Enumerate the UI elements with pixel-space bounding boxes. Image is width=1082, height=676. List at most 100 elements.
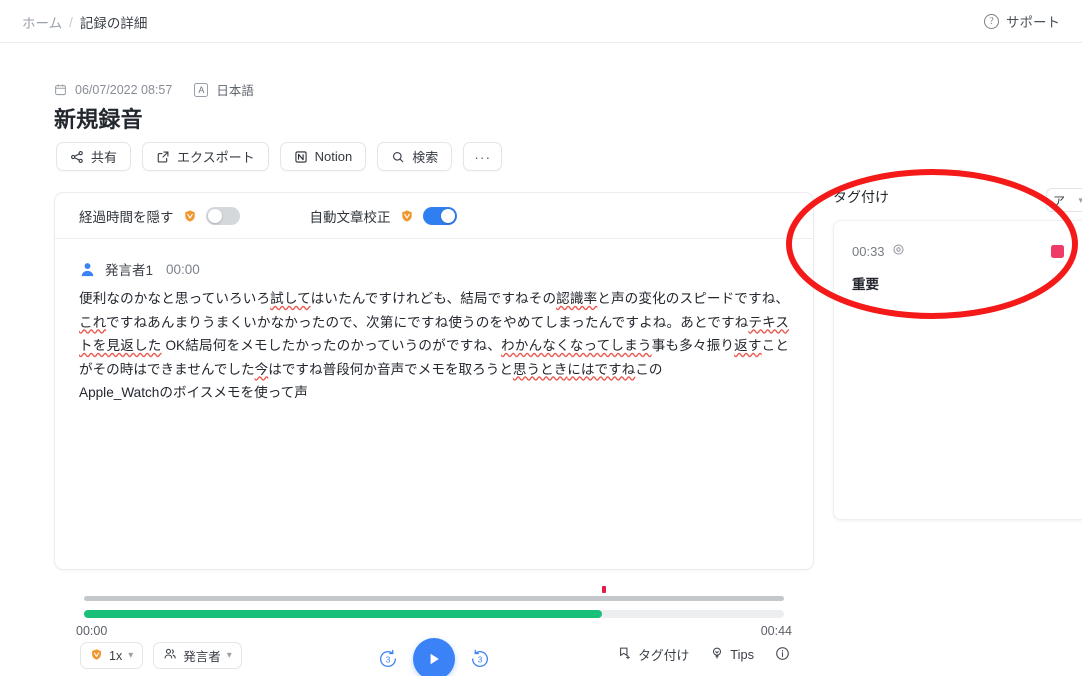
player-controls: 1x ▾ 発言者 ▾ 3 3 タグ付け Tips (54, 638, 814, 676)
share-label: 共有 (91, 150, 118, 165)
calendar-icon (54, 83, 67, 96)
transcript-options-row: 経過時間を隠す 自動文章校正 (55, 193, 813, 239)
progress-track[interactable] (84, 610, 784, 618)
tag-panel: タグ付け ア ▾ 00:33 重要 (833, 182, 1082, 520)
transcript-seg-misspelled: 返す (734, 338, 762, 353)
notion-icon (294, 150, 308, 164)
toggle-auto-proofread: 自動文章校正 (310, 206, 457, 226)
record-datetime: 06/07/2022 08:57 (75, 82, 173, 97)
transcript-seg: Apple_Watchのボイスメモを使って声 (79, 385, 308, 400)
transcript-seg-misspelled: 認識率 (556, 291, 598, 306)
export-label: エクスポート (177, 150, 255, 165)
app-root: ホーム / 記録の詳細 ? サポート 06/07/2022 08:57 A 日本… (0, 0, 1082, 676)
chevron-down-icon: ▾ (226, 650, 232, 661)
support-link[interactable]: ? サポート (984, 11, 1060, 31)
notion-button[interactable]: Notion (279, 142, 367, 171)
transcript-seg: この (635, 361, 663, 377)
chevron-down-icon: ▾ (1078, 194, 1082, 205)
transcript-seg: ですねあんまりうまくいかなかったので、次第にですね使うのをやめてしまったんですよ… (106, 314, 749, 330)
transcript-seg-misspelled: これ (79, 314, 107, 330)
svg-text:3: 3 (386, 655, 391, 664)
toggle-hide-elapsed-label: 経過時間を隠す (79, 209, 174, 225)
tag-item-time: 00:33 (852, 243, 885, 259)
tag-color-chip[interactable] (1051, 244, 1064, 258)
toggle-hide-elapsed: 経過時間を隠す (79, 206, 240, 226)
info-icon (775, 646, 790, 664)
tag-panel-header: タグ付け ア ▾ (833, 182, 1082, 212)
play-icon (430, 653, 439, 665)
forward-3-button[interactable]: 3 (469, 648, 491, 670)
tag-list-item[interactable]: 00:33 重要 (852, 243, 1064, 293)
person-icon (79, 261, 96, 278)
info-button[interactable] (775, 646, 790, 664)
svg-text:3: 3 (478, 655, 483, 664)
audio-player: 00:00 00:44 1x ▾ 発言者 ▾ 3 3 タグ付け Tips (54, 580, 814, 676)
transcript-seg-misspelled: 今 (254, 361, 269, 377)
playback-speed-button[interactable]: 1x ▾ (80, 642, 144, 669)
speaker-name[interactable]: 発言者1 (105, 259, 153, 279)
more-options-button[interactable]: ··· (463, 142, 503, 171)
pro-badge-icon (400, 209, 414, 223)
add-tag-button[interactable]: タグ付け (618, 645, 689, 664)
transcript-seg-misspelled: わかんなくなってしまう (500, 338, 652, 353)
tag-marker[interactable] (602, 586, 606, 593)
speaker-filter-button[interactable]: 発言者 ▾ (153, 642, 242, 669)
people-icon (163, 647, 177, 664)
toggle-auto-proofread-label: 自動文章校正 (309, 209, 391, 225)
breadcrumb-home[interactable]: ホーム (22, 12, 62, 32)
share-icon (70, 150, 84, 164)
speaker-header: 発言者1 00:00 (55, 239, 813, 279)
record-language: 日本語 (216, 84, 254, 98)
breadcrumb-current: 記録の詳細 (79, 16, 148, 31)
transcript-seg-misspelled: 思うとき (512, 361, 568, 377)
search-label: 検索 (412, 150, 439, 165)
tag-list: 00:33 重要 (833, 220, 1082, 520)
tag-sort-select[interactable]: ア ▾ (1046, 188, 1082, 212)
rewind-3-button[interactable]: 3 (377, 648, 399, 670)
export-button[interactable]: エクスポート (142, 142, 269, 171)
progress-fill (84, 610, 602, 618)
share-button[interactable]: 共有 (56, 142, 132, 171)
transcript-seg: と声の変化のスピードですね、 (597, 291, 789, 306)
question-circle-icon: ? (984, 13, 999, 29)
chevron-down-icon: ▾ (128, 650, 134, 661)
add-tag-label: タグ付け (638, 648, 690, 663)
transcript-text[interactable]: 便利なのかなと思っていろいろ試してはいたんですけれども、結局ですねその認識率と声… (55, 279, 813, 405)
target-icon[interactable] (892, 243, 905, 259)
search-button[interactable]: 検索 (377, 142, 453, 171)
player-controls-left: 1x ▾ 発言者 ▾ (80, 642, 242, 669)
breadcrumb: ホーム / 記録の詳細 (22, 12, 147, 32)
waveform-track[interactable] (84, 596, 784, 601)
tips-label: Tips (730, 647, 754, 662)
pro-badge-icon (183, 209, 197, 223)
search-icon (391, 150, 405, 164)
tag-panel-title: タグ付け (833, 189, 889, 205)
speaker-timestamp[interactable]: 00:00 (166, 262, 200, 277)
hide-elapsed-switch[interactable] (205, 206, 240, 225)
tag-sort-value: ア (1053, 193, 1066, 208)
transcript-seg: はいたんですけれども、結局ですねその (310, 291, 557, 306)
transcript-seg: はですね普段何か音声でメモを取ろうと (268, 361, 513, 377)
tag-item-time-wrap: 00:33 (852, 243, 905, 259)
transcript-seg-misspelled: にはですね (567, 361, 636, 377)
transcript-seg: 事も多々振り (651, 338, 735, 353)
notion-label: Notion (314, 149, 353, 164)
transcript-seg-misspelled: 試して (270, 291, 311, 306)
page-title: 新規録音 (54, 107, 143, 132)
play-button[interactable] (413, 638, 455, 676)
record-meta: 06/07/2022 08:57 A 日本語 (54, 80, 254, 99)
auto-proofread-switch[interactable] (422, 206, 457, 225)
player-controls-center: 3 3 (377, 638, 491, 676)
action-toolbar: 共有 エクスポート Notion 検索 ··· (56, 142, 503, 171)
pro-badge-icon (90, 648, 103, 664)
transcript-card: 経過時間を隠す 自動文章校正 発言者1 00:00 便利なのかなと思っていろいろ… (54, 192, 814, 570)
top-bar: ホーム / 記録の詳細 ? サポート (0, 0, 1082, 43)
transcript-seg: 便利なのかなと思っていろいろ (79, 291, 271, 306)
tips-button[interactable]: Tips (710, 646, 754, 663)
tag-add-icon (618, 646, 632, 663)
tips-icon (710, 646, 724, 663)
breadcrumb-separator: / (69, 14, 73, 30)
language-icon: A (194, 82, 209, 97)
speaker-filter-label: 発言者 (183, 650, 221, 664)
support-label: サポート (1006, 15, 1060, 30)
